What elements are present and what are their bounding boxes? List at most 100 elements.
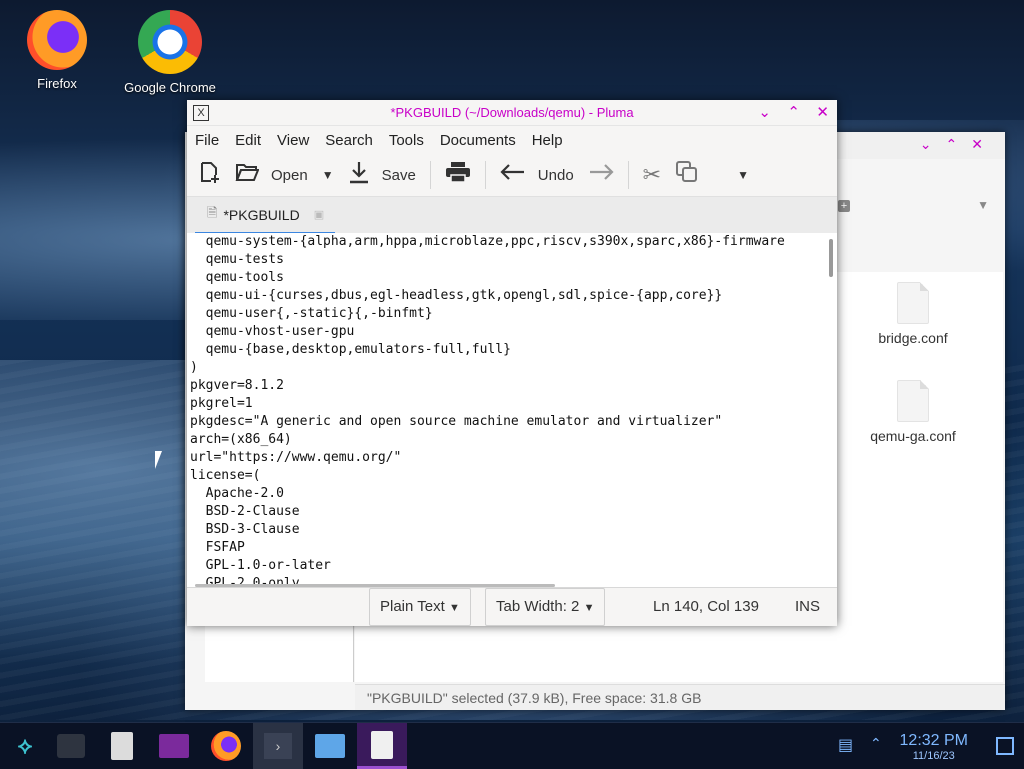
file-item[interactable]: bridge.conf [863,282,963,346]
file-icon [897,282,929,324]
add-icon[interactable]: + [838,200,850,212]
toolbar-overflow-button[interactable]: ▼ [737,168,749,182]
menu-documents[interactable]: Documents [440,132,516,149]
save-icon [348,160,370,190]
code-line: pkgver=8.1.2 [190,378,284,393]
clock[interactable]: 12:32 PM 11/16/23 [900,732,968,762]
tray-expand-icon[interactable]: ⌃ [870,735,882,752]
file-manager-statusbar: "PKGBUILD" selected (37.9 kB), Free spac… [355,684,1005,710]
code-line: qemu-vhost-user-gpu [190,324,355,339]
file-name: bridge.conf [878,330,948,346]
file-name: qemu-ga.conf [870,428,956,444]
statusbar: Plain Text ▼ Tab Width: 2 ▼ Ln 140, Col … [187,587,837,626]
copy-button[interactable] [675,160,699,190]
chrome-icon [138,10,202,74]
task-terminal-2[interactable]: › [253,723,303,769]
text-editor-icon [371,730,393,759]
vertical-scrollbar[interactable] [829,239,833,277]
dropdown-chevron-icon[interactable]: ▼ [977,198,989,212]
close-tab-icon[interactable]: ▣ [314,208,324,221]
close-icon[interactable]: ✕ [971,136,997,152]
code-line: BSD-3-Clause [190,522,300,537]
toolbar-separator [484,161,486,189]
code-line: qemu-tests [190,252,284,267]
new-button[interactable] [197,160,221,190]
menu-file[interactable]: File [195,132,219,149]
undo-label: Undo [537,166,574,184]
desktop-icon-firefox[interactable]: Firefox [2,10,112,91]
text-file-icon [111,732,133,760]
clock-date: 11/16/23 [912,750,955,762]
language-label: Plain Text [380,598,445,615]
toolbar-separator [627,161,629,189]
document-icon: 🗎 [207,204,218,220]
code-line: license=( [190,468,261,483]
document-tabbar: 🗎 *PKGBUILD ▣ [187,197,837,235]
menu-tools[interactable]: Tools [389,132,424,149]
code-line: BSD-2-Clause [190,504,300,519]
toolbar: Open ▼ Save Undo ✂ ▼ [187,154,837,197]
firefox-icon [27,10,87,70]
folder-open-icon [235,161,260,189]
file-item[interactable]: qemu-ga.conf [863,380,963,444]
minimize-icon[interactable]: ⌄ [920,136,946,152]
task-text-editor[interactable] [97,723,147,769]
tab-width-label: Tab Width: [496,598,567,615]
undo-icon [500,162,526,188]
print-icon [445,161,471,189]
save-button[interactable]: Save [348,160,416,190]
document-tab[interactable]: 🗎 *PKGBUILD ▣ [195,197,335,235]
code-line: ) [190,360,198,375]
save-label: Save [381,166,416,184]
insert-mode: INS [795,598,821,615]
minimize-icon[interactable]: ⌄ [758,104,771,121]
maximize-icon[interactable]: ⌃ [946,136,972,152]
clipboard-icon[interactable]: ▤ [838,735,853,755]
window-titlebar[interactable]: X *PKGBUILD (~/Downloads/qemu) - Pluma ⌄… [187,100,837,126]
redo-button[interactable] [588,162,614,188]
code-line: pkgrel=1 [190,396,253,411]
menu-help[interactable]: Help [532,132,563,149]
chevron-down-icon: ▼ [448,602,460,614]
text-editor-area[interactable]: qemu-system-{alpha,arm,hppa,microblaze,p… [187,233,837,588]
task-files[interactable] [305,723,355,769]
show-desktop-icon[interactable] [996,737,1014,755]
menu-view[interactable]: View [277,132,309,149]
cut-button[interactable]: ✂ [643,162,661,188]
code-line: qemu-system-{alpha,arm,hppa,microblaze,p… [190,234,785,249]
maximize-icon[interactable]: ⌃ [787,104,800,121]
cursor-position: Ln 140, Col 139 [653,598,759,615]
code-text: qemu-system-{alpha,arm,hppa,microblaze,p… [187,233,837,588]
app-launcher-button[interactable]: ⟡ [0,723,50,769]
task-pluma[interactable] [357,723,407,769]
new-document-icon [197,160,221,190]
code-line: url="https://www.qemu.org/" [190,450,402,465]
close-icon[interactable]: ✕ [816,104,829,121]
undo-button[interactable]: Undo [500,162,574,188]
chevron-down-icon: ▼ [583,602,595,614]
taskbar: ⟡ › ▤ ⌃ 12:32 PM 11/16/23 [0,722,1024,769]
task-firefox[interactable] [201,723,251,769]
folder-icon [159,734,189,758]
code-line: Apache-2.0 [190,486,284,501]
file-icon [897,380,929,422]
tab-width-value: 2 [571,598,580,615]
mouse-cursor [155,451,162,469]
task-file-manager-purple[interactable] [149,723,199,769]
code-line: qemu-tools [190,270,284,285]
print-button[interactable] [445,161,471,189]
menu-edit[interactable]: Edit [235,132,261,149]
code-line: pkgdesc="A generic and open source machi… [190,414,723,429]
folder-icon [315,734,345,758]
menu-search[interactable]: Search [325,132,373,149]
code-line: qemu-user{,-static}{,-binfmt} [190,306,433,321]
tab-width-selector[interactable]: Tab Width: 2 ▼ [485,588,606,626]
code-line: qemu-{base,desktop,emulators-full,full} [190,342,511,357]
copy-icon [675,160,699,190]
desktop-icon-chrome[interactable]: Google Chrome [115,10,225,95]
open-recent-dropdown[interactable]: ▼ [322,168,334,182]
open-button[interactable]: Open [235,161,308,189]
task-terminal[interactable] [46,723,96,769]
pluma-window: X *PKGBUILD (~/Downloads/qemu) - Pluma ⌄… [187,100,837,626]
language-selector[interactable]: Plain Text ▼ [369,588,471,626]
